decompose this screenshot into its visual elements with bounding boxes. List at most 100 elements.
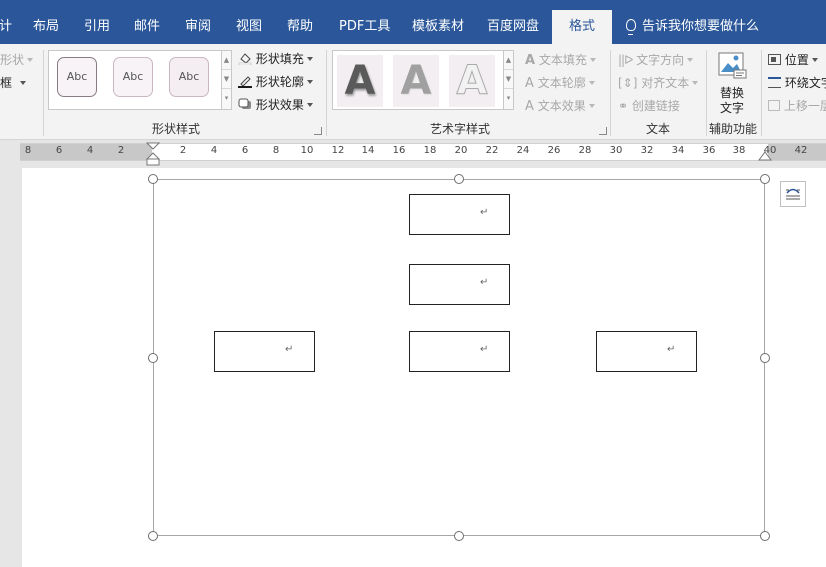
ruler-tick: 14 (361, 145, 375, 156)
resize-handle-bottom[interactable] (454, 531, 464, 541)
shape-outline-button[interactable]: 形状轮廓 (238, 73, 313, 90)
tab-template-material[interactable]: 模板素材 (412, 0, 464, 44)
dialog-launcher-icon[interactable] (599, 127, 607, 135)
text-direction-icon: ||ᐅ (618, 53, 633, 67)
tab-layout[interactable]: 布局 (33, 0, 59, 44)
tab-design[interactable]: 计 (0, 0, 13, 44)
position-icon (768, 54, 781, 65)
bring-forward-button[interactable]: 上移一层 (768, 97, 826, 114)
tab-help[interactable]: 帮助 (287, 0, 313, 44)
chevron-down-icon (811, 58, 818, 62)
text-fill-icon: A (525, 53, 536, 68)
tab-mailings[interactable]: 邮件 (134, 0, 160, 44)
text-group-label: 文本 (646, 122, 671, 136)
ruler-tick: 42 (794, 145, 808, 156)
align-text-icon: [⇕] (618, 76, 638, 90)
ruler-tick: 30 (609, 145, 623, 156)
gallery-scroll[interactable]: ▲ ▼ ▾ (221, 50, 232, 110)
shape-fill-button[interactable]: 形状填充 (238, 50, 313, 67)
org-box-center[interactable]: ↵ (409, 331, 510, 372)
gallery-scroll[interactable]: ▲ ▼ ▾ (503, 50, 514, 110)
create-link-button[interactable]: ⚭ 创建链接 (618, 97, 680, 114)
shape-effects-button[interactable]: 形状效果 (238, 96, 313, 113)
tab-view[interactable]: 视图 (236, 0, 262, 44)
align-text-button[interactable]: [⇕] 对齐文本 (618, 74, 699, 91)
text-effects-icon: A (525, 99, 534, 114)
org-box-middle[interactable]: ↵ (409, 264, 510, 305)
shape-effects-icon (238, 98, 251, 109)
resize-handle-top[interactable] (454, 174, 464, 184)
wrap-text-button[interactable]: 环绕文字 (768, 74, 826, 91)
alt-text-button[interactable]: 替换 文字 (713, 50, 753, 115)
tab-format[interactable]: 格式 (552, 0, 612, 44)
tab-references[interactable]: 引用 (84, 0, 110, 44)
tab-pdf-tools[interactable]: PDF工具 (339, 0, 390, 44)
textbox-label: 框 (0, 76, 13, 90)
chevron-down-icon (589, 58, 596, 62)
dialog-launcher-icon[interactable] (314, 127, 322, 135)
resize-handle-top-left[interactable] (148, 174, 158, 184)
paragraph-mark-icon: ↵ (480, 344, 489, 355)
resize-handle-bottom-right[interactable] (760, 531, 770, 541)
ruler-tick: 22 (485, 145, 499, 156)
text-direction-label: 文字方向 (636, 53, 685, 67)
ruler-tick: 8 (272, 145, 280, 156)
text-outline-icon: A (525, 76, 534, 91)
org-box-left[interactable]: ↵ (214, 331, 315, 372)
edit-shape-button[interactable]: 形状 (0, 51, 34, 68)
group-divider (43, 50, 44, 136)
link-icon: ⚭ (618, 99, 629, 113)
text-outline-button[interactable]: A 文本轮廓 (525, 74, 595, 91)
resize-handle-top-right[interactable] (760, 174, 770, 184)
wrap-text-icon (768, 77, 781, 88)
shape-style-swatch[interactable]: Abc (57, 57, 97, 97)
group-divider (326, 50, 327, 136)
position-label: 位置 (784, 53, 809, 67)
text-direction-button[interactable]: ||ᐅ 文字方向 (618, 51, 694, 68)
paragraph-mark-icon: ↵ (667, 344, 676, 355)
chevron-down-icon (27, 58, 34, 62)
shape-style-swatch[interactable]: Abc (113, 57, 153, 97)
resize-handle-bottom-left[interactable] (148, 531, 158, 541)
gallery-more-icon[interactable]: ▾ (504, 89, 513, 108)
pen-outline-icon (238, 76, 252, 88)
wordart-style-grey[interactable]: A (393, 55, 439, 107)
scroll-down-icon[interactable]: ▼ (222, 70, 231, 89)
bring-forward-label: 上移一层 (783, 99, 826, 113)
tell-me-search[interactable]: 告诉我你想要做什么 (626, 0, 759, 44)
gallery-more-icon[interactable]: ▾ (222, 89, 231, 108)
indent-marker-icon[interactable] (146, 142, 160, 168)
ruler-tick: 34 (671, 145, 685, 156)
layout-options-button[interactable] (780, 181, 806, 207)
ruler-tick: 4 (210, 145, 218, 156)
position-button[interactable]: 位置 (768, 51, 818, 68)
shape-styles-gallery: Abc Abc Abc (48, 50, 224, 110)
ruler-tick: 26 (547, 145, 561, 156)
text-effects-button[interactable]: A 文本效果 (525, 97, 595, 114)
wordart-styles-group-label: 艺术字样式 (430, 122, 491, 136)
org-box-right[interactable]: ↵ (596, 331, 697, 372)
wordart-style-dark[interactable]: A (337, 55, 383, 107)
org-box-top[interactable]: ↵ (409, 194, 510, 235)
text-effects-label: 文本效果 (537, 99, 586, 113)
shape-fill-label: 形状填充 (255, 52, 304, 66)
ruler-tick: 10 (300, 145, 314, 156)
chevron-down-icon (692, 81, 699, 85)
ruler-tick: 4 (86, 145, 94, 156)
tab-review[interactable]: 审阅 (185, 0, 211, 44)
resize-handle-left[interactable] (148, 353, 158, 363)
shape-style-swatch[interactable]: Abc (169, 57, 209, 97)
textbox-button[interactable]: 框 (0, 74, 27, 91)
right-indent-marker-icon[interactable] (758, 151, 772, 163)
ruler-tick: 36 (702, 145, 716, 156)
ruler-tick: 18 (423, 145, 437, 156)
wordart-style-outline[interactable]: A (449, 55, 495, 107)
resize-handle-right[interactable] (760, 353, 770, 363)
scroll-up-icon[interactable]: ▲ (222, 51, 231, 70)
tab-baidu-netdisk[interactable]: 百度网盘 (487, 0, 539, 44)
text-fill-button[interactable]: A 文本填充 (525, 51, 596, 68)
scroll-down-icon[interactable]: ▼ (504, 70, 513, 89)
ruler-tick: 24 (516, 145, 530, 156)
ruler-tick: 2 (117, 145, 125, 156)
scroll-up-icon[interactable]: ▲ (504, 51, 513, 70)
